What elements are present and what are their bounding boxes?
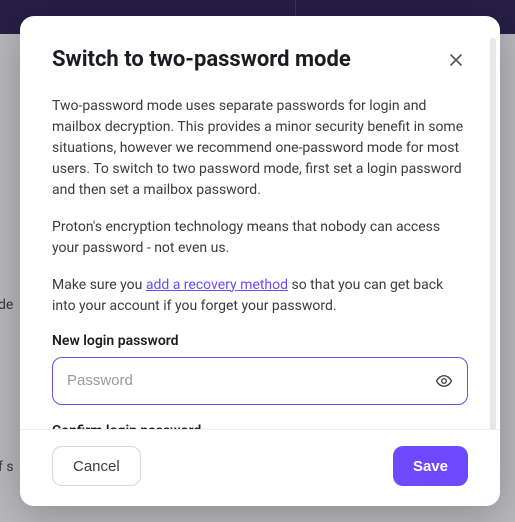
modal-paragraph-2: Proton's encryption technology means tha… — [52, 217, 468, 259]
modal-footer: Cancel Save — [20, 429, 500, 506]
toggle-password-visibility-button[interactable] — [431, 368, 457, 394]
two-password-modal: Switch to two-password mode Two-password… — [20, 16, 500, 506]
new-password-label: New login password — [52, 333, 468, 349]
scrollbar[interactable] — [490, 38, 496, 429]
save-button[interactable]: Save — [393, 446, 468, 486]
add-recovery-method-link[interactable]: add a recovery method — [146, 277, 288, 293]
modal-paragraph-1: Two-password mode uses separate password… — [52, 96, 468, 201]
close-icon — [448, 52, 464, 68]
close-button[interactable] — [444, 48, 468, 72]
new-password-input-wrap[interactable] — [52, 357, 468, 405]
modal-body: Switch to two-password mode Two-password… — [20, 16, 500, 429]
confirm-password-label: Confirm login password — [52, 423, 468, 430]
modal-title: Switch to two-password mode — [52, 46, 351, 74]
para3-pre: Make sure you — [52, 277, 146, 293]
eye-icon — [435, 372, 453, 390]
new-password-input[interactable] — [67, 372, 423, 389]
cancel-button[interactable]: Cancel — [52, 446, 141, 486]
modal-paragraph-3: Make sure you add a recovery method so t… — [52, 275, 468, 317]
